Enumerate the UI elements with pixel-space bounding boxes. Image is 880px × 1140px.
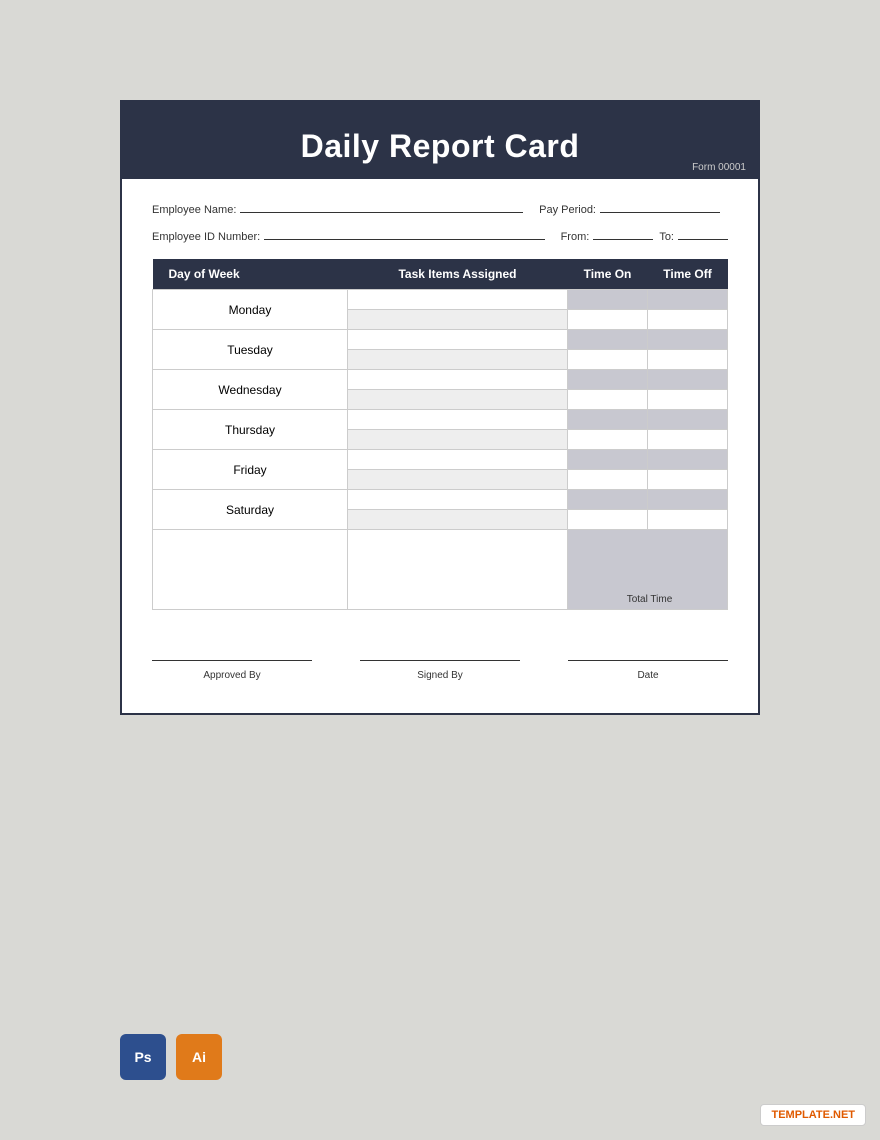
report-card: Daily Report Card Form 00001 Employee Na… (120, 100, 760, 715)
col-time-off: Time Off (648, 259, 728, 290)
table-row: Tuesday (153, 330, 728, 350)
from-label: From: (561, 231, 590, 243)
approved-by-label: Approved By (203, 670, 260, 681)
time-off-friday-1[interactable] (648, 450, 728, 470)
table-row: Saturday (153, 490, 728, 510)
table-row: Thursday (153, 410, 728, 430)
form-number: Form 00001 (692, 162, 746, 173)
employee-id-label: Employee ID Number: (152, 231, 260, 243)
task-wednesday-1[interactable] (348, 370, 568, 390)
to-input[interactable] (678, 226, 728, 240)
task-saturday-1[interactable] (348, 490, 568, 510)
time-off-wednesday-2[interactable] (648, 390, 728, 410)
to-label: To: (659, 231, 674, 243)
time-off-tuesday-1[interactable] (648, 330, 728, 350)
task-saturday-2[interactable] (348, 510, 568, 530)
date-block: Date (568, 660, 728, 683)
total-row: Total Time (153, 530, 728, 610)
report-title: Daily Report Card (122, 128, 758, 165)
signature-section: Approved By Signed By Date (152, 660, 728, 683)
time-off-monday-1[interactable] (648, 290, 728, 310)
top-stripe (122, 102, 758, 110)
total-task-cell (348, 530, 568, 610)
col-task: Task Items Assigned (348, 259, 568, 290)
time-on-friday-2[interactable] (568, 470, 648, 490)
pay-period-input[interactable] (600, 199, 720, 213)
time-off-wednesday-1[interactable] (648, 370, 728, 390)
table-row: Monday (153, 290, 728, 310)
time-on-monday-2[interactable] (568, 310, 648, 330)
date-line (568, 660, 728, 661)
time-on-thursday-1[interactable] (568, 410, 648, 430)
form-body: Employee Name: Pay Period: Employee ID N… (122, 179, 758, 713)
day-monday: Monday (153, 290, 348, 330)
header-bar: Daily Report Card Form 00001 (122, 110, 758, 179)
task-monday-2[interactable] (348, 310, 568, 330)
time-on-saturday-1[interactable] (568, 490, 648, 510)
signed-by-block: Signed By (360, 660, 520, 683)
software-icons: Ps Ai (120, 1034, 222, 1080)
template-badge: TEMPLATE.NET (760, 1104, 866, 1126)
time-off-monday-2[interactable] (648, 310, 728, 330)
table-row: Friday (153, 450, 728, 470)
day-wednesday: Wednesday (153, 370, 348, 410)
col-day: Day of Week (153, 259, 348, 290)
time-on-tuesday-2[interactable] (568, 350, 648, 370)
total-label-cell (153, 530, 348, 610)
task-tuesday-2[interactable] (348, 350, 568, 370)
report-table: Day of Week Task Items Assigned Time On … (152, 259, 728, 610)
signed-by-line (360, 660, 520, 661)
time-on-tuesday-1[interactable] (568, 330, 648, 350)
day-saturday: Saturday (153, 490, 348, 530)
approved-by-block: Approved By (152, 660, 312, 683)
time-on-friday-1[interactable] (568, 450, 648, 470)
template-net-label: TEMPLATE.NET (771, 1109, 855, 1121)
time-off-thursday-2[interactable] (648, 430, 728, 450)
task-friday-2[interactable] (348, 470, 568, 490)
ps-label: Ps (134, 1049, 151, 1065)
task-friday-1[interactable] (348, 450, 568, 470)
total-time-cell[interactable]: Total Time (568, 530, 728, 610)
time-off-friday-2[interactable] (648, 470, 728, 490)
time-on-monday-1[interactable] (568, 290, 648, 310)
task-thursday-2[interactable] (348, 430, 568, 450)
employee-name-row: Employee Name: Pay Period: (152, 199, 728, 216)
time-off-thursday-1[interactable] (648, 410, 728, 430)
time-off-tuesday-2[interactable] (648, 350, 728, 370)
employee-id-input[interactable] (264, 226, 544, 240)
photoshop-icon: Ps (120, 1034, 166, 1080)
employee-name-input[interactable] (240, 199, 523, 213)
day-tuesday: Tuesday (153, 330, 348, 370)
task-tuesday-1[interactable] (348, 330, 568, 350)
time-off-saturday-1[interactable] (648, 490, 728, 510)
time-off-saturday-2[interactable] (648, 510, 728, 530)
employee-name-label: Employee Name: (152, 204, 236, 216)
day-thursday: Thursday (153, 410, 348, 450)
employee-id-row: Employee ID Number: From: To: (152, 226, 728, 243)
time-on-wednesday-1[interactable] (568, 370, 648, 390)
time-on-saturday-2[interactable] (568, 510, 648, 530)
date-label: Date (637, 670, 658, 681)
task-wednesday-2[interactable] (348, 390, 568, 410)
signed-by-label: Signed By (417, 670, 463, 681)
day-friday: Friday (153, 450, 348, 490)
illustrator-icon: Ai (176, 1034, 222, 1080)
pay-period-label: Pay Period: (539, 204, 596, 216)
total-time-label: Total Time (627, 594, 673, 605)
from-input[interactable] (593, 226, 653, 240)
approved-by-line (152, 660, 312, 661)
table-header-row: Day of Week Task Items Assigned Time On … (153, 259, 728, 290)
col-time-on: Time On (568, 259, 648, 290)
template-net-suffix: NET (833, 1109, 855, 1121)
task-thursday-1[interactable] (348, 410, 568, 430)
table-row: Wednesday (153, 370, 728, 390)
ai-label: Ai (192, 1049, 206, 1065)
task-monday-1[interactable] (348, 290, 568, 310)
time-on-thursday-2[interactable] (568, 430, 648, 450)
time-on-wednesday-2[interactable] (568, 390, 648, 410)
